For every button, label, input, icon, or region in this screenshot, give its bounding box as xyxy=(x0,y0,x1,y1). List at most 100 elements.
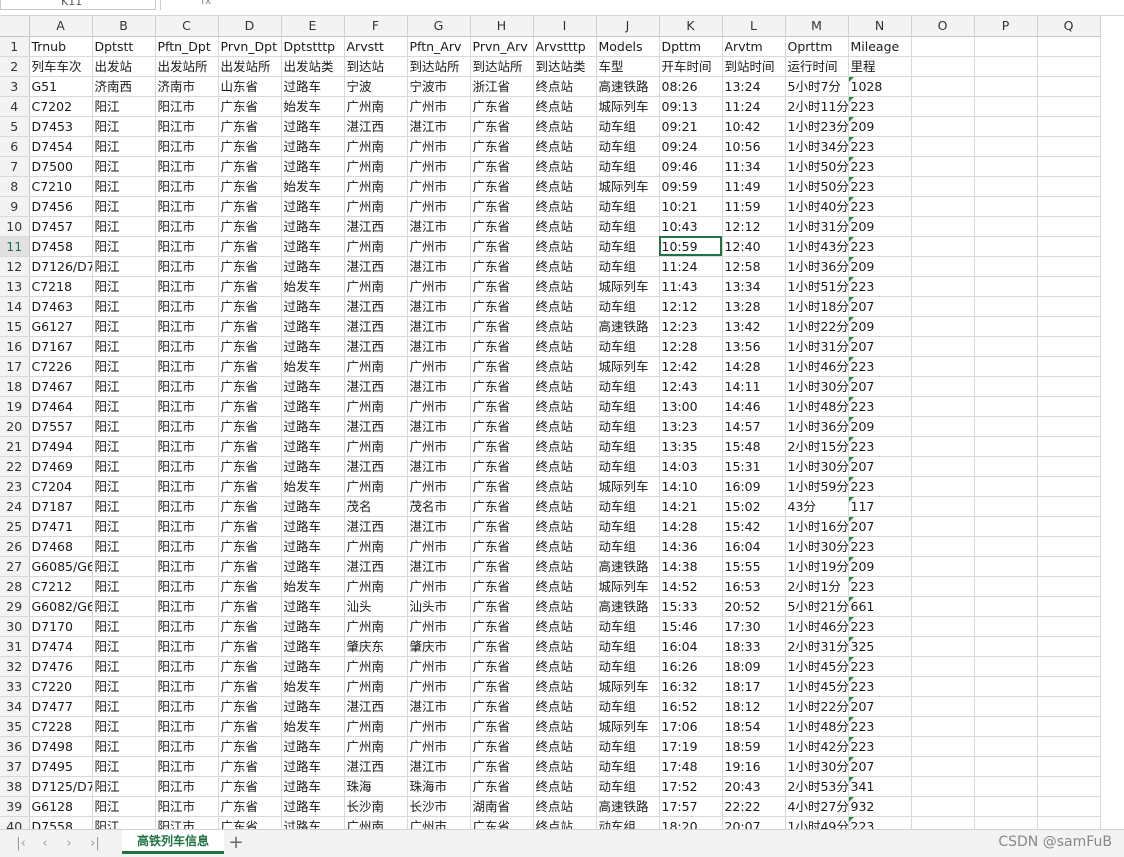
cell-f12[interactable]: 湛江西 xyxy=(344,256,408,277)
cell-h29[interactable]: 广东省 xyxy=(470,596,534,617)
cell-m12[interactable]: 1小时36分 xyxy=(785,256,849,277)
cell-q9[interactable] xyxy=(1037,196,1101,217)
row-header-16[interactable]: 16 xyxy=(0,336,30,357)
cell-h5[interactable]: 广东省 xyxy=(470,116,534,137)
cell-o21[interactable] xyxy=(911,436,975,457)
cell-f19[interactable]: 广州南 xyxy=(344,396,408,417)
cell-d4[interactable]: 广东省 xyxy=(218,96,282,117)
cell-m4[interactable]: 2小时11分 xyxy=(785,96,849,117)
cell-q1[interactable] xyxy=(1037,36,1101,57)
cell-b30[interactable]: 阳江 xyxy=(92,616,156,637)
cell-f11[interactable]: 广州南 xyxy=(344,236,408,257)
cell-f36[interactable]: 广州南 xyxy=(344,736,408,757)
cell-e31[interactable]: 过路车 xyxy=(281,636,345,657)
cell-j32[interactable]: 动车组 xyxy=(596,656,660,677)
cell-a7[interactable]: D7500 xyxy=(29,156,93,177)
cell-i40[interactable]: 终点站 xyxy=(533,816,597,829)
cell-b33[interactable]: 阳江 xyxy=(92,676,156,697)
cell-m2[interactable]: 运行时间 xyxy=(785,56,849,77)
row-header-14[interactable]: 14 xyxy=(0,296,30,317)
cell-e32[interactable]: 过路车 xyxy=(281,656,345,677)
cell-h16[interactable]: 广东省 xyxy=(470,336,534,357)
sheet-tab-active[interactable]: 高铁列车信息 xyxy=(122,830,224,854)
cell-l12[interactable]: 12:58 xyxy=(722,256,786,277)
cell-d3[interactable]: 山东省 xyxy=(218,76,282,97)
cell-f22[interactable]: 湛江西 xyxy=(344,456,408,477)
cell-p3[interactable] xyxy=(974,76,1038,97)
cell-f6[interactable]: 广州南 xyxy=(344,136,408,157)
cell-n34[interactable]: 207 xyxy=(848,696,912,717)
cell-j1[interactable]: Models xyxy=(596,36,660,57)
cell-j37[interactable]: 动车组 xyxy=(596,756,660,777)
cell-o1[interactable] xyxy=(911,36,975,57)
cell-m28[interactable]: 2小时1分 xyxy=(785,576,849,597)
cell-q3[interactable] xyxy=(1037,76,1101,97)
cell-o34[interactable] xyxy=(911,696,975,717)
cell-p7[interactable] xyxy=(974,156,1038,177)
column-header-a[interactable]: A xyxy=(29,16,93,37)
cell-d37[interactable]: 广东省 xyxy=(218,756,282,777)
cell-i37[interactable]: 终点站 xyxy=(533,756,597,777)
cell-l27[interactable]: 15:55 xyxy=(722,556,786,577)
cell-m35[interactable]: 1小时48分 xyxy=(785,716,849,737)
cell-j8[interactable]: 城际列车 xyxy=(596,176,660,197)
cell-b39[interactable]: 阳江 xyxy=(92,796,156,817)
cell-m32[interactable]: 1小时45分 xyxy=(785,656,849,677)
cell-q14[interactable] xyxy=(1037,296,1101,317)
cell-h13[interactable]: 广东省 xyxy=(470,276,534,297)
cell-k13[interactable]: 11:43 xyxy=(659,276,723,297)
cell-k35[interactable]: 17:06 xyxy=(659,716,723,737)
cell-e34[interactable]: 过路车 xyxy=(281,696,345,717)
cell-h20[interactable]: 广东省 xyxy=(470,416,534,437)
cell-i11[interactable]: 终点站 xyxy=(533,236,597,257)
cell-g25[interactable]: 湛江市 xyxy=(407,516,471,537)
cell-a17[interactable]: C7226 xyxy=(29,356,93,377)
cell-h2[interactable]: 到达站所 xyxy=(470,56,534,77)
cell-j15[interactable]: 高速铁路 xyxy=(596,316,660,337)
cell-e22[interactable]: 过路车 xyxy=(281,456,345,477)
row-header-9[interactable]: 9 xyxy=(0,196,30,217)
cell-i14[interactable]: 终点站 xyxy=(533,296,597,317)
cell-g27[interactable]: 湛江市 xyxy=(407,556,471,577)
cell-l31[interactable]: 18:33 xyxy=(722,636,786,657)
cell-o10[interactable] xyxy=(911,216,975,237)
cell-k28[interactable]: 14:52 xyxy=(659,576,723,597)
cell-q21[interactable] xyxy=(1037,436,1101,457)
cell-b26[interactable]: 阳江 xyxy=(92,536,156,557)
cell-n7[interactable]: 223 xyxy=(848,156,912,177)
cell-g1[interactable]: Pftn_Arv xyxy=(407,36,471,57)
cell-c24[interactable]: 阳江市 xyxy=(155,496,219,517)
cell-k40[interactable]: 18:20 xyxy=(659,816,723,829)
cell-n2[interactable]: 里程 xyxy=(848,56,912,77)
cell-i29[interactable]: 终点站 xyxy=(533,596,597,617)
cell-e25[interactable]: 过路车 xyxy=(281,516,345,537)
cell-k38[interactable]: 17:52 xyxy=(659,776,723,797)
cell-i27[interactable]: 终点站 xyxy=(533,556,597,577)
cell-g28[interactable]: 广州市 xyxy=(407,576,471,597)
cell-p31[interactable] xyxy=(974,636,1038,657)
cell-c11[interactable]: 阳江市 xyxy=(155,236,219,257)
cell-k6[interactable]: 09:24 xyxy=(659,136,723,157)
cell-a4[interactable]: C7202 xyxy=(29,96,93,117)
cell-h27[interactable]: 广东省 xyxy=(470,556,534,577)
cell-g18[interactable]: 湛江市 xyxy=(407,376,471,397)
cell-p2[interactable] xyxy=(974,56,1038,77)
row-header-19[interactable]: 19 xyxy=(0,396,30,417)
cell-q33[interactable] xyxy=(1037,676,1101,697)
cell-f14[interactable]: 湛江西 xyxy=(344,296,408,317)
cell-n23[interactable]: 223 xyxy=(848,476,912,497)
cell-j25[interactable]: 动车组 xyxy=(596,516,660,537)
cell-a26[interactable]: D7468 xyxy=(29,536,93,557)
cell-c3[interactable]: 济南市 xyxy=(155,76,219,97)
row-header-7[interactable]: 7 xyxy=(0,156,30,177)
cell-d29[interactable]: 广东省 xyxy=(218,596,282,617)
cell-m38[interactable]: 2小时53分 xyxy=(785,776,849,797)
cell-f20[interactable]: 湛江西 xyxy=(344,416,408,437)
cell-p18[interactable] xyxy=(974,376,1038,397)
cell-n10[interactable]: 209 xyxy=(848,216,912,237)
cell-c28[interactable]: 阳江市 xyxy=(155,576,219,597)
row-header-31[interactable]: 31 xyxy=(0,636,30,657)
cell-f37[interactable]: 湛江西 xyxy=(344,756,408,777)
row-header-2[interactable]: 2 xyxy=(0,56,30,77)
cell-m11[interactable]: 1小时43分 xyxy=(785,236,849,257)
